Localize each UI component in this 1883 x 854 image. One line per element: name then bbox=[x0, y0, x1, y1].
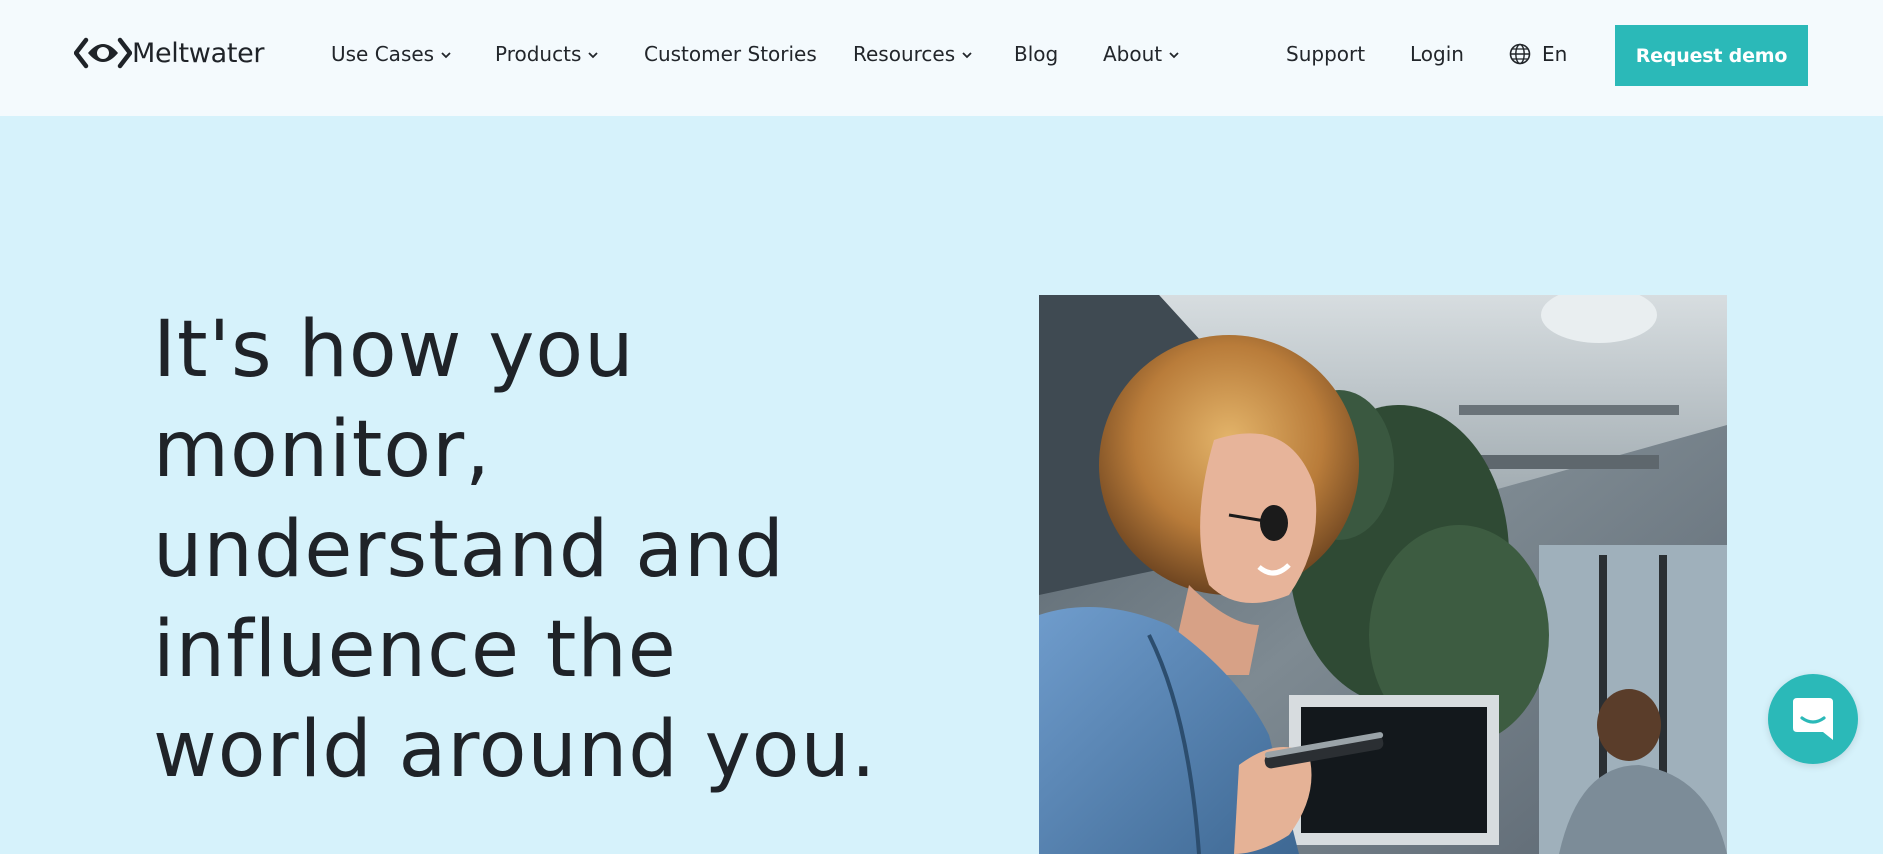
nav-customer-stories[interactable]: Customer Stories bbox=[644, 42, 817, 66]
chevron-down-icon bbox=[962, 52, 972, 59]
hero-headline-line: influence the bbox=[153, 605, 677, 695]
nav-login[interactable]: Login bbox=[1410, 42, 1464, 66]
chevron-down-icon bbox=[588, 52, 598, 59]
hero-headline-line: understand and bbox=[153, 505, 785, 595]
globe-icon bbox=[1509, 43, 1531, 65]
meltwater-logo[interactable]: Meltwater bbox=[74, 37, 265, 69]
chat-bubble-icon bbox=[1793, 698, 1833, 740]
nav-use-cases[interactable]: Use Cases bbox=[331, 42, 452, 66]
chevron-down-icon bbox=[1169, 52, 1179, 59]
site-header: Meltwater Use Cases Products Customer St… bbox=[0, 0, 1883, 116]
chat-launcher-button[interactable] bbox=[1768, 674, 1858, 764]
nav-label: Use Cases bbox=[331, 42, 435, 66]
nav-label: Products bbox=[495, 42, 582, 66]
meltwater-eye-logo-icon bbox=[74, 37, 132, 69]
language-label: En bbox=[1542, 42, 1568, 66]
request-demo-button[interactable]: Request demo bbox=[1615, 25, 1808, 86]
hero-image bbox=[1039, 295, 1727, 854]
woman-smiling-at-phone-photo bbox=[1039, 295, 1727, 854]
nav-label: About bbox=[1103, 42, 1163, 66]
nav-label: Blog bbox=[1014, 42, 1059, 66]
nav-products[interactable]: Products bbox=[495, 42, 599, 66]
hero-headline-line: It's how you bbox=[153, 305, 635, 395]
nav-label: Support bbox=[1286, 42, 1366, 66]
nav-label: Resources bbox=[853, 42, 956, 66]
nav-support[interactable]: Support bbox=[1286, 42, 1365, 66]
chevron-down-icon bbox=[441, 52, 451, 59]
hero-headline-line: monitor, bbox=[153, 405, 491, 495]
hero-headline-line: world around you. bbox=[153, 705, 877, 795]
nav-label: Login bbox=[1410, 42, 1464, 66]
language-selector[interactable]: En bbox=[1508, 42, 1567, 66]
nav-about[interactable]: About bbox=[1103, 42, 1180, 66]
nav-blog[interactable]: Blog bbox=[1014, 42, 1058, 66]
brand-name: Meltwater bbox=[132, 37, 265, 69]
hero-headline: It's how you monitor, understand and inf… bbox=[153, 300, 913, 800]
nav-label: Customer Stories bbox=[644, 42, 817, 66]
nav-resources[interactable]: Resources bbox=[853, 42, 973, 66]
